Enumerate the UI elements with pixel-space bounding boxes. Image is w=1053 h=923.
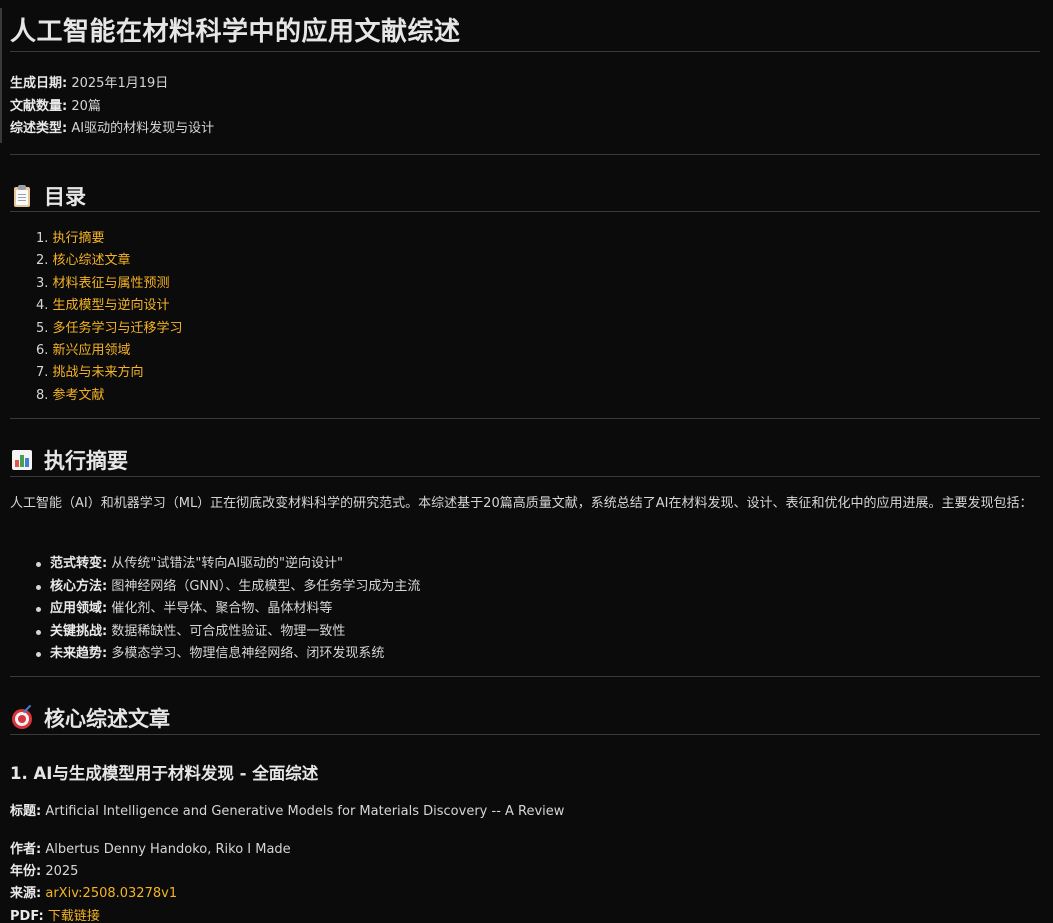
list-item: 未来趋势: 多模态学习、物理信息神经网络、闭环发现系统: [36, 643, 420, 666]
article-source: 来源: arXiv:2508.03278v1: [10, 886, 178, 901]
meta-type-value: AI驱动的材料发现与设计: [71, 121, 215, 136]
list-item: 应用领域: 催化剂、半导体、聚合物、晶体材料等: [36, 598, 420, 621]
list-item: 核心方法: 图神经网络（GNN）、生成模型、多任务学习成为主流: [36, 576, 420, 599]
document-view: 人工智能在材料科学中的应用文献综述 生成日期: 2025年1月19日 文献数量:…: [0, 0, 1053, 923]
core-heading: 核心综述文章: [10, 703, 170, 733]
toc-item: 1. 执行摘要: [36, 231, 105, 246]
divider: [10, 476, 1040, 477]
divider: [10, 418, 1040, 419]
meta-count-label: 文献数量: [10, 99, 63, 114]
toc-item: 4. 生成模型与逆向设计: [36, 298, 170, 314]
meta-type-label: 综述类型: [10, 121, 63, 136]
toc-item: 5. 多任务学习与迁移学习: [36, 320, 183, 336]
toc-link-challenges[interactable]: 挑战与未来方向: [53, 365, 144, 380]
article-pdf: PDF: 下载链接: [10, 909, 100, 923]
toc-heading: 目录: [10, 181, 86, 211]
toc-link-emerging[interactable]: 新兴应用领域: [53, 343, 131, 358]
toc-item: 3. 材料表征与属性预测: [36, 275, 170, 291]
toc-heading-text: 目录: [44, 185, 86, 209]
article-subject: 标题: Artificial Intelligence and Generati…: [10, 804, 565, 819]
divider: [10, 51, 1040, 52]
toc-link-references[interactable]: 参考文献: [53, 388, 105, 403]
toc-link-generative[interactable]: 生成模型与逆向设计: [53, 298, 170, 313]
toc-item: 8. 参考文献: [36, 387, 105, 403]
target-icon: [10, 704, 34, 730]
summary-heading-text: 执行摘要: [44, 449, 128, 473]
toc-item: 2. 核心综述文章: [36, 253, 131, 269]
toc-link-core[interactable]: 核心综述文章: [53, 253, 131, 268]
toc-item: 6. 新兴应用领域: [36, 342, 131, 358]
bar-chart-icon: [10, 448, 34, 472]
meta-count: 文献数量: 20篇: [10, 99, 101, 114]
divider: [10, 734, 1040, 735]
page-title: 人工智能在材料科学中的应用文献综述: [10, 17, 461, 47]
article-authors: 作者: Albertus Denny Handoko, Riko I Made: [10, 842, 291, 857]
summary-bullets: 范式转变: 从传统"试错法"转向AI驱动的"逆向设计" 核心方法: 图神经网络（…: [36, 553, 420, 666]
meta-type: 综述类型: AI驱动的材料发现与设计: [10, 121, 215, 136]
list-item: 范式转变: 从传统"试错法"转向AI驱动的"逆向设计": [36, 553, 420, 576]
toc-link-summary[interactable]: 执行摘要: [53, 231, 105, 246]
toc-link-multitask[interactable]: 多任务学习与迁移学习: [53, 321, 183, 336]
summary-intro: 人工智能（AI）和机器学习（ML）正在彻底改变材料科学的研究范式。本综述基于20…: [10, 496, 1033, 511]
article-year: 年份: 2025: [10, 864, 79, 879]
divider: [10, 211, 1040, 212]
meta-date-value: 2025年1月19日: [71, 76, 169, 91]
meta-count-value: 20篇: [71, 99, 101, 114]
divider: [10, 154, 1040, 155]
core-heading-text: 核心综述文章: [44, 707, 170, 731]
meta-date: 生成日期: 2025年1月19日: [10, 76, 169, 91]
toc-link-characterization[interactable]: 材料表征与属性预测: [53, 276, 170, 291]
toc-item: 7. 挑战与未来方向: [36, 365, 144, 381]
summary-heading: 执行摘要: [10, 445, 128, 475]
article-title: 1. AI与生成模型用于材料发现 - 全面综述: [10, 764, 319, 783]
clipboard-icon: [10, 184, 34, 208]
arxiv-link[interactable]: arXiv:2508.03278v1: [45, 886, 177, 901]
list-item: 关键挑战: 数据稀缺性、可合成性验证、物理一致性: [36, 621, 420, 644]
toc-list: 1. 执行摘要 2. 核心综述文章 3. 材料表征与属性预测 4. 生成模型与逆…: [36, 228, 183, 407]
pdf-download-link[interactable]: 下载链接: [48, 909, 100, 923]
divider: [10, 676, 1040, 677]
meta-date-label: 生成日期: [10, 76, 63, 91]
